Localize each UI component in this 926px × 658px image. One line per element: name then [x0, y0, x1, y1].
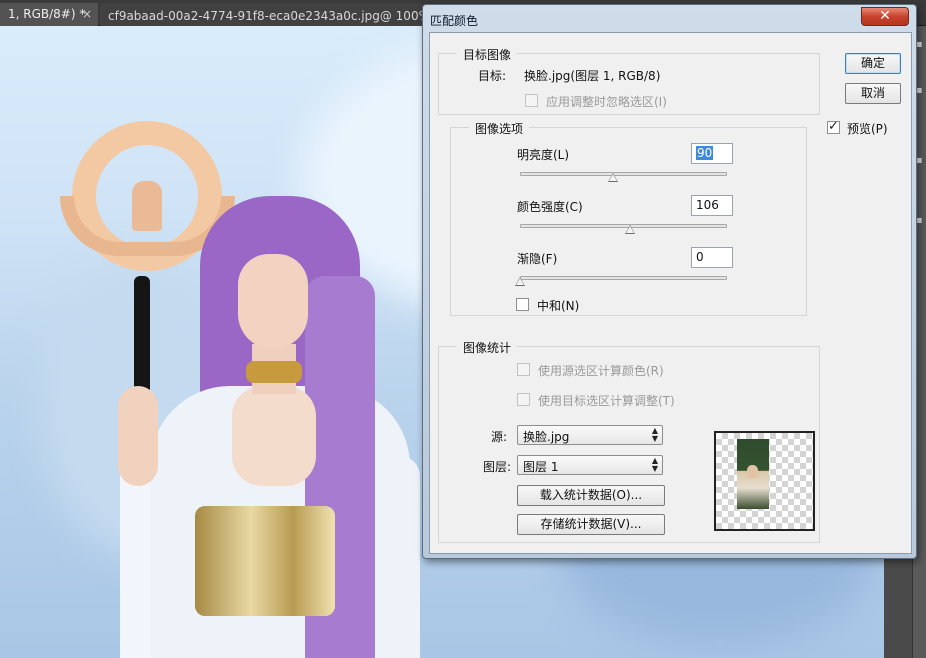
use-source-selection-label: 使用源选区计算颜色(R) — [538, 364, 664, 378]
source-label: 源: — [491, 430, 508, 444]
fade-slider-thumb[interactable] — [515, 277, 525, 286]
preview-label: 预览(P) — [847, 122, 888, 136]
use-source-selection-checkbox[interactable] — [517, 363, 530, 376]
match-color-dialog: 匹配颜色 ✕ 目标图像 目标: 换脸.jpg(图层 1, RGB/8) 应用调整… — [422, 4, 917, 559]
ignore-selection-label: 应用调整时忽略选区(I) — [546, 95, 667, 109]
document-tab-2[interactable]: cf9abaad-00a2-4774-91f8-eca0e2343a0c.jpg… — [100, 3, 422, 26]
fade-label: 渐隐(F) — [517, 252, 558, 266]
document-tab-label: 1, RGB/8#) * — [8, 7, 86, 21]
document-tab-active[interactable]: 1, RGB/8#) * × — [0, 3, 98, 26]
source-select-value: 换脸.jpg — [523, 430, 570, 444]
figure-choker — [246, 361, 302, 383]
preview-image — [737, 439, 769, 509]
color-intensity-label: 颜色强度(C) — [517, 200, 583, 214]
neutralize-checkbox[interactable] — [516, 298, 529, 311]
layer-select[interactable]: 图层 1 ▲ ▼ — [517, 455, 663, 475]
neutralize-label: 中和(N) — [537, 299, 580, 313]
tab-close-icon[interactable]: × — [82, 7, 92, 21]
figure-belt — [195, 506, 335, 616]
statistics-preview-thumbnail — [714, 431, 815, 531]
close-icon: ✕ — [879, 8, 891, 24]
target-image-title: 目标图像 — [457, 46, 518, 63]
document-tab-label: cf9abaad-00a2-4774-91f8-eca0e2343a0c.jpg… — [108, 9, 422, 23]
dialog-titlebar[interactable]: 匹配颜色 ✕ — [423, 5, 916, 31]
ok-button[interactable]: 确定 — [845, 53, 901, 74]
fade-slider-track[interactable] — [520, 276, 727, 280]
select-arrows-icon: ▲ ▼ — [651, 426, 658, 443]
image-options-group: 图像选项 明亮度(L) 90 颜色强度(C) 106 渐隐(F) 0 中和(N) — [450, 120, 807, 316]
cancel-button[interactable]: 取消 — [845, 83, 901, 104]
use-target-selection-label: 使用目标选区计算调整(T) — [538, 394, 675, 408]
save-statistics-button[interactable]: 存储统计数据(V)... — [517, 514, 665, 535]
preview-checkbox[interactable] — [827, 119, 840, 134]
luminance-value: 90 — [696, 146, 714, 160]
luminance-slider-track[interactable] — [520, 172, 727, 176]
use-target-selection-checkbox[interactable] — [517, 393, 530, 406]
luminance-label: 明亮度(L) — [517, 148, 570, 162]
fade-input[interactable]: 0 — [691, 247, 733, 268]
select-arrows-icon: ▲ ▼ — [651, 456, 658, 473]
preview-face — [747, 465, 758, 479]
ignore-selection-checkbox[interactable] — [525, 94, 538, 107]
figure-face — [238, 254, 308, 349]
dialog-title: 匹配颜色 — [430, 14, 479, 28]
figure-chest — [232, 386, 316, 486]
layer-label: 图层: — [483, 460, 512, 474]
color-intensity-value: 106 — [696, 198, 719, 212]
color-intensity-slider-thumb[interactable] — [624, 225, 635, 234]
staff-bird — [132, 181, 162, 231]
dialog-client: 目标图像 目标: 换脸.jpg(图层 1, RGB/8) 应用调整时忽略选区(I… — [429, 32, 912, 554]
layer-select-value: 图层 1 — [523, 460, 559, 474]
source-select[interactable]: 换脸.jpg ▲ ▼ — [517, 425, 663, 445]
luminance-input[interactable]: 90 — [691, 143, 733, 164]
target-value: 换脸.jpg(图层 1, RGB/8) — [524, 69, 661, 83]
color-intensity-slider-track[interactable] — [520, 224, 727, 228]
image-statistics-title: 图像统计 — [457, 339, 518, 356]
load-statistics-button[interactable]: 载入统计数据(O)... — [517, 485, 665, 506]
close-button[interactable]: ✕ — [861, 7, 909, 26]
target-label: 目标: — [478, 69, 507, 83]
fade-value: 0 — [696, 250, 704, 264]
figure-arm — [118, 386, 158, 486]
luminance-slider-thumb[interactable] — [608, 173, 619, 182]
color-intensity-input[interactable]: 106 — [691, 195, 733, 216]
target-image-group: 目标图像 目标: 换脸.jpg(图层 1, RGB/8) 应用调整时忽略选区(I… — [438, 46, 820, 115]
image-options-title: 图像选项 — [469, 120, 530, 137]
